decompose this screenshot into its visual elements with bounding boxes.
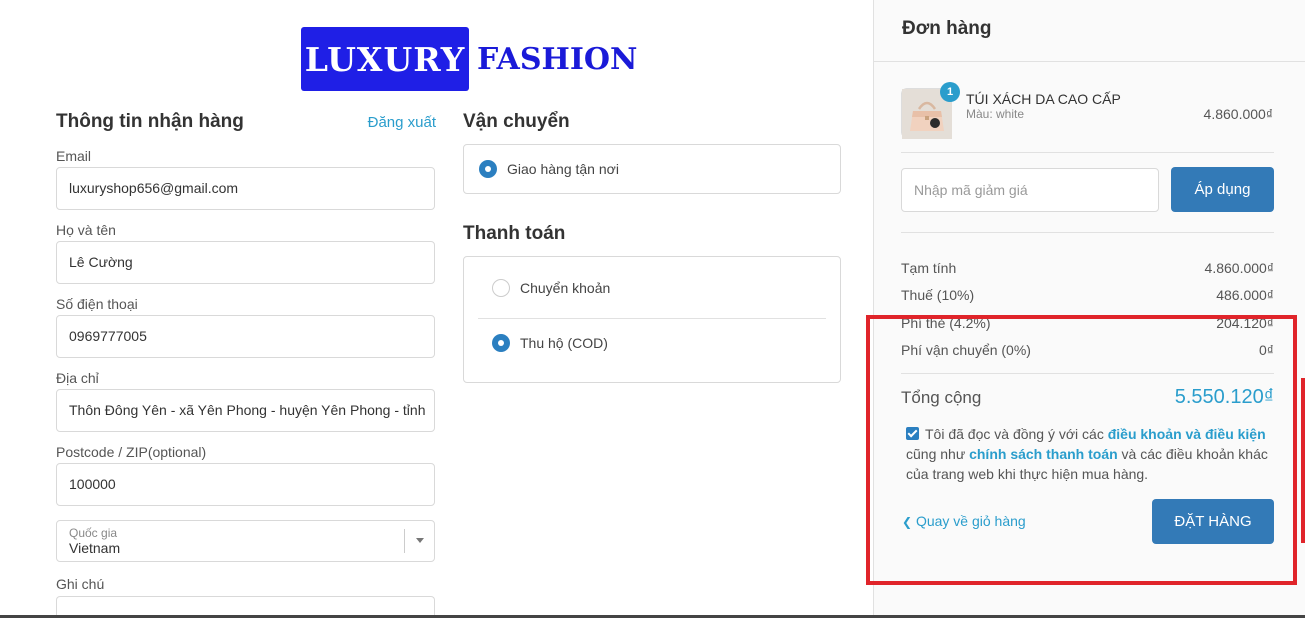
fullname-label: Họ và tên [56,222,116,238]
summary-row-total: Tổng cộng 5.550.120₫ [901,386,1274,409]
country-value: Vietnam [69,540,121,556]
total-value: 5.550.120₫ [1174,386,1274,408]
postcode-field[interactable]: 100000 [56,463,435,506]
terms-link[interactable]: điều khoản và điều kiện [1108,426,1266,442]
logo-box-text: LUXURY [304,39,466,79]
address-field[interactable]: Thôn Đông Yên - xã Yên Phong - huyện Yên… [56,389,435,432]
shipping-info-section: Thông tin nhận hàng Đăng xuất Email luxu… [56,108,436,618]
product-price: 4.860.000₫ [1203,106,1273,122]
terms-agreement: Tôi đã đọc và đồng ý với các điều khoản … [906,424,1276,484]
product-variant: Màu: white [966,107,1025,121]
tax-value: 486.000₫ [1216,287,1274,303]
subtotal-value: 4.860.000₫ [1204,260,1274,276]
coupon-input[interactable]: Nhập mã giảm giá [901,168,1159,212]
back-to-cart-label: Quay về giỏ hàng [915,513,1026,529]
card-fee-value: 204.120₫ [1216,315,1274,331]
agree-text-1: Tôi đã đọc và đồng ý với các [925,426,1108,442]
subtotal-label: Tạm tính [901,260,957,276]
divider [901,373,1274,374]
phone-field[interactable]: 0969777005 [56,315,435,358]
delivery-option-label: Giao hàng tận nơi [507,161,619,177]
chevron-left-icon: ❮ [902,515,913,529]
brand-logo[interactable]: LUXURY FASHION [301,27,637,91]
chevron-down-icon [416,538,424,543]
shipping-fee-value: 0₫ [1259,342,1274,358]
country-select[interactable]: Quốc gia Vietnam [56,520,435,562]
divider [874,61,1305,62]
delivery-title: Vận chuyển [463,111,570,132]
radio-checked-icon[interactable] [492,334,510,352]
logo-box: LUXURY [301,27,469,91]
payment-policy-link[interactable]: chính sách thanh toán [969,446,1118,462]
note-label: Ghi chú [56,576,105,592]
select-divider [404,529,405,553]
terms-checkbox[interactable] [906,427,919,440]
email-field[interactable]: luxuryshop656@gmail.com [56,167,435,210]
summary-row-tax: Thuế (10%) 486.000₫ [901,287,1274,303]
card-fee-label: Phí thẻ (4.2%) [901,315,991,331]
summary-row-subtotal: Tạm tính 4.860.000₫ [901,260,1274,276]
radio-unchecked-icon[interactable] [492,278,510,297]
phone-label: Số điện thoại [56,296,138,312]
place-order-button[interactable]: ĐẶT HÀNG [1152,499,1274,544]
agree-text-2: cũng như [906,446,970,462]
total-label: Tổng cộng [901,387,982,407]
product-name: TÚI XÁCH DA CAO CẤP [966,91,1121,107]
payment-box: Chuyển khoản Thu hộ (COD) [463,256,841,383]
postcode-label: Postcode / ZIP(optional) [56,444,207,460]
payment-option-label: Thu hộ (COD) [520,335,608,351]
summary-row-card-fee: Phí thẻ (4.2%) 204.120₫ [901,315,1274,331]
shipping-info-title: Thông tin nhận hàng [56,111,244,132]
delivery-option[interactable]: Giao hàng tận nơi [479,160,619,178]
delivery-payment-section: Vận chuyển Giao hàng tận nơi Thanh toán … [463,108,841,383]
payment-option-transfer[interactable]: Chuyển khoản [478,257,826,319]
payment-title: Thanh toán [463,223,566,244]
checkout-page: LUXURY FASHION Thông tin nhận hàng Đăng … [0,0,1305,618]
logout-link[interactable]: Đăng xuất [368,114,436,131]
product-thumbnail: 1 [901,82,960,139]
fullname-field[interactable]: Lê Cường [56,241,435,284]
divider [901,232,1274,233]
country-label: Quốc gia [69,526,118,540]
quantity-badge: 1 [940,82,960,102]
divider [901,152,1274,153]
address-label: Địa chỉ [56,370,99,386]
radio-checked-icon[interactable] [479,160,497,178]
shipping-info-header: Thông tin nhận hàng Đăng xuất [56,108,436,136]
payment-option-label: Chuyển khoản [520,279,611,296]
summary-row-shipping: Phí vận chuyển (0%) 0₫ [901,342,1274,358]
tax-label: Thuế (10%) [901,287,975,303]
delivery-box: Giao hàng tận nơi [463,144,841,194]
highlight-edge [1301,378,1305,543]
email-label: Email [56,148,92,164]
logo-side-text: FASHION [477,41,638,77]
shipping-fee-label: Phí vận chuyển (0%) [901,342,1031,358]
order-title: Đơn hàng [902,18,992,39]
apply-coupon-button[interactable]: Áp dụng [1171,167,1274,212]
back-to-cart-link[interactable]: ❮ Quay về giỏ hàng [902,513,1026,529]
order-summary-sidebar: Đơn hàng 1 TÚI XÁCH DA CAO CẤP Màu: whit… [873,0,1305,618]
payment-option-cod[interactable]: Thu hộ (COD) [478,319,826,367]
